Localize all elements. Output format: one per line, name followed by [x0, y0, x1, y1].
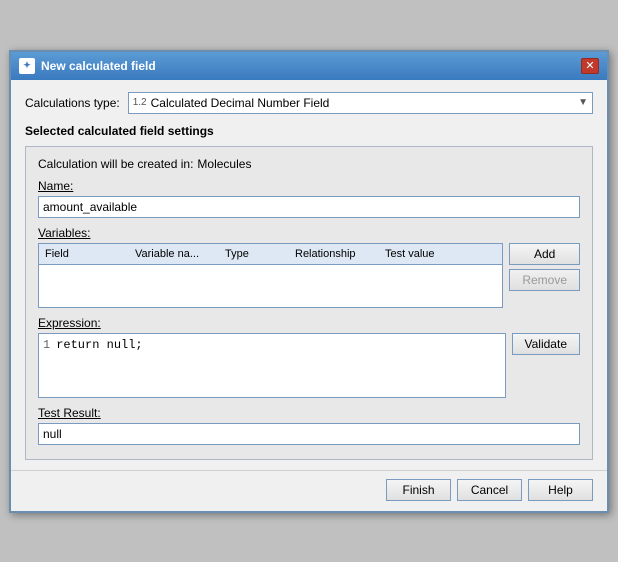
test-result-label: Test Result: — [38, 406, 580, 420]
new-calculated-field-dialog: ✦ New calculated field ✕ Calculations ty… — [9, 50, 609, 513]
calc-type-label: Calculations type: — [25, 96, 120, 110]
section-title: Selected calculated field settings — [25, 124, 593, 138]
calc-type-dropdown[interactable]: 1.2 Calculated Decimal Number Field ▼ — [128, 92, 593, 114]
dialog-icon: ✦ — [19, 58, 35, 74]
settings-panel: Calculation will be created in: Molecule… — [25, 146, 593, 460]
expression-textarea[interactable]: 1 return null; — [38, 333, 506, 398]
validate-button[interactable]: Validate — [512, 333, 580, 355]
calc-type-value: Calculated Decimal Number Field — [151, 96, 330, 110]
expression-row: 1 return null; Validate — [38, 333, 580, 398]
name-label: Name: — [38, 179, 580, 193]
created-in-row: Calculation will be created in: Molecule… — [38, 157, 580, 171]
variables-section: Variables: Field Variable na... Type Rel… — [38, 226, 580, 308]
calc-type-select-text: 1.2 Calculated Decimal Number Field — [133, 96, 330, 110]
cancel-button[interactable]: Cancel — [457, 479, 522, 501]
col-varname-header: Variable na... — [129, 246, 219, 262]
created-in-label: Calculation will be created in: — [38, 157, 193, 171]
title-bar-left: ✦ New calculated field — [19, 58, 156, 74]
add-button[interactable]: Add — [509, 243, 580, 265]
expression-section: Expression: 1 return null; Validate — [38, 316, 580, 398]
test-result-input — [38, 423, 580, 445]
dialog-title: New calculated field — [41, 59, 156, 73]
variables-buttons: Add Remove — [509, 243, 580, 308]
col-field-header: Field — [39, 246, 129, 262]
variables-label: Variables: — [38, 226, 580, 240]
expression-label: Expression: — [38, 316, 580, 330]
title-bar: ✦ New calculated field ✕ — [11, 52, 607, 80]
line-numbers: 1 — [43, 338, 50, 393]
test-result-section: Test Result: — [38, 406, 580, 445]
help-button[interactable]: Help — [528, 479, 593, 501]
col-relationship-header: Relationship — [289, 246, 379, 262]
expression-content[interactable]: return null; — [56, 338, 500, 393]
close-button[interactable]: ✕ — [581, 58, 599, 74]
dialog-footer: Finish Cancel Help — [11, 470, 607, 511]
table-body — [39, 265, 502, 305]
table-header: Field Variable na... Type Relationship T… — [39, 244, 502, 265]
finish-button[interactable]: Finish — [386, 479, 451, 501]
remove-button[interactable]: Remove — [509, 269, 580, 291]
col-testval-header: Test value — [379, 246, 459, 262]
col-type-header: Type — [219, 246, 289, 262]
dropdown-arrow-icon: ▼ — [578, 97, 588, 108]
created-in-value: Molecules — [197, 157, 251, 171]
variables-table: Field Variable na... Type Relationship T… — [38, 243, 503, 308]
calc-type-icon: 1.2 — [133, 97, 147, 108]
variables-container: Field Variable na... Type Relationship T… — [38, 243, 580, 308]
dialog-body: Calculations type: 1.2 Calculated Decima… — [11, 80, 607, 470]
calc-type-row: Calculations type: 1.2 Calculated Decima… — [25, 92, 593, 114]
expression-buttons: Validate — [512, 333, 580, 355]
name-input[interactable] — [38, 196, 580, 218]
